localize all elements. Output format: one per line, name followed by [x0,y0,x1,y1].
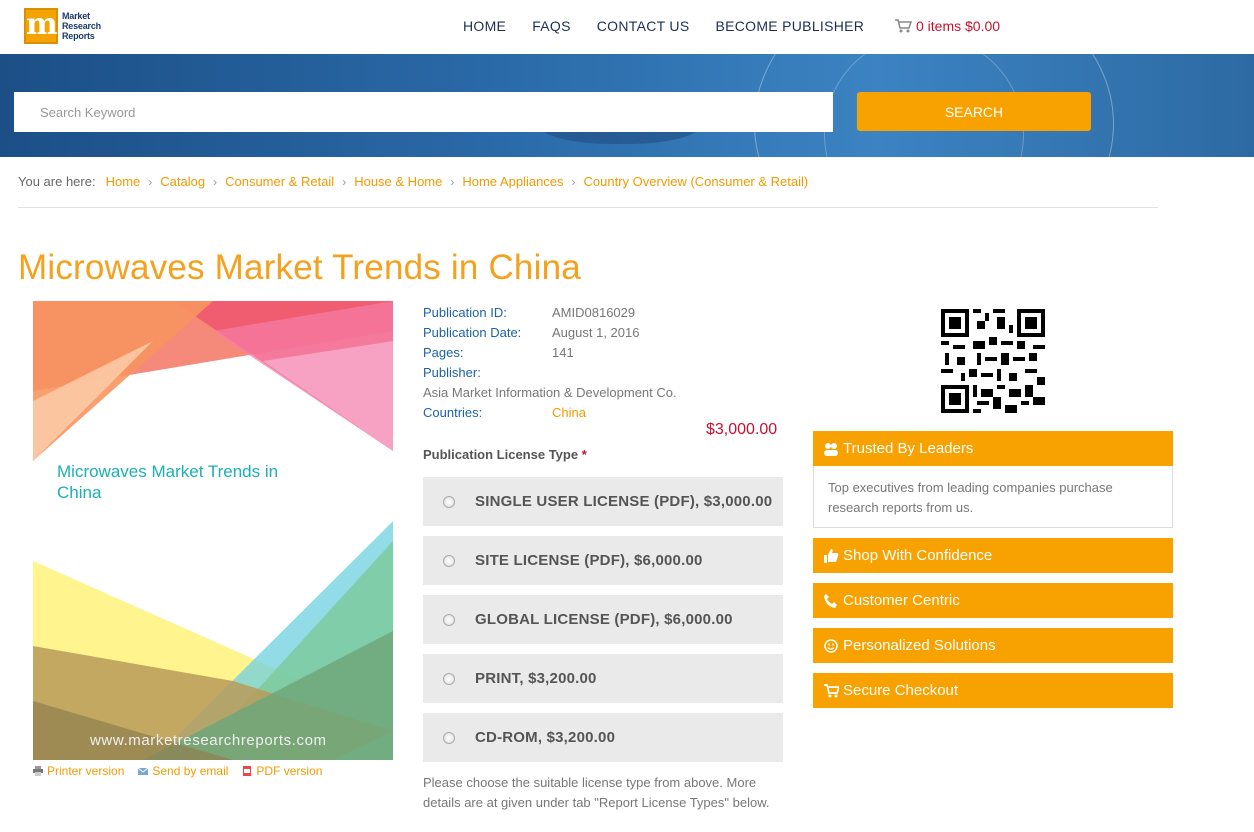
pages-row: Pages: 141 [423,343,677,363]
panel-shop-with-confidence[interactable]: Shop With Confidence [813,538,1173,573]
search-banner: SEARCH [0,54,1254,157]
thumbs-up-icon [824,548,839,563]
breadcrumb-consumer-retail[interactable]: Consumer & Retail [225,174,334,189]
cover-url: www.marketresearchreports.com [90,732,327,749]
report-cover-image: Microwaves Market Trends in China www.ma… [33,301,393,760]
breadcrumb: You are here: Home › Catalog › Consumer … [18,174,808,189]
nav-home[interactable]: HOME [463,18,506,34]
publication-id-row: Publication ID: AMID0816029 [423,303,677,323]
cover-art [33,301,393,760]
cart-icon [895,19,912,33]
users-icon [824,442,838,456]
panel-secure-checkout[interactable]: Secure Checkout [813,673,1173,708]
license-option-site[interactable]: SITE LICENSE (PDF), $6,000.00 [423,536,783,585]
chevron-right-icon: › [450,174,455,189]
breadcrumb-catalog[interactable]: Catalog [160,174,205,189]
printer-icon [33,766,43,776]
top-header: m Market Research Reports HOME FAQS CONT… [0,0,1254,54]
divider [18,207,1158,208]
required-marker: * [581,447,587,462]
cart-summary: 0 items $0.00 [916,18,1001,34]
trusted-by-leaders-body: Top executives from leading companies pu… [813,466,1173,528]
publication-id: AMID0816029 [552,305,636,320]
license-option-print[interactable]: PRINT, $3,200.00 [423,654,783,703]
pdf-icon [243,766,252,776]
email-icon [138,767,149,775]
radio-button[interactable] [443,731,455,744]
nav-become-publisher[interactable]: BECOME PUBLISHER [715,18,864,34]
pdf-version-link[interactable]: PDF version [242,764,322,778]
radio-button[interactable] [443,672,455,685]
qr-code-icon [941,309,1045,413]
radio-button[interactable] [443,554,455,567]
breadcrumb-country-overview[interactable]: Country Overview (Consumer & Retail) [584,174,809,189]
chevron-right-icon: › [213,174,218,189]
cover-title: Microwaves Market Trends in China [57,462,279,502]
publication-date-row: Publication Date: August 1, 2016 [423,323,677,343]
logo-text: Market Research Reports [62,11,101,41]
license-heading: Publication License Type * [423,447,587,462]
radio-button[interactable] [443,613,455,626]
radio-button[interactable] [443,495,455,508]
publisher-row: Publisher: [423,365,481,380]
search-button[interactable]: SEARCH [857,92,1091,131]
countries-row: Countries: China [423,403,677,423]
cover-actions: Printer version Send by email PDF versio… [33,764,336,778]
page-count: 141 [552,345,574,360]
panel-personalized-solutions[interactable]: Personalized Solutions [813,628,1173,663]
breadcrumb-home[interactable]: Home [106,174,141,189]
site-logo[interactable]: m Market Research Reports [24,8,101,44]
cart-link[interactable]: 0 items $0.00 [894,18,1000,34]
search-input[interactable] [14,92,833,132]
breadcrumb-house-home[interactable]: House & Home [354,174,442,189]
phone-icon [824,593,837,608]
publication-date: August 1, 2016 [552,325,640,340]
chevron-right-icon: › [148,174,153,189]
smile-icon [824,638,838,653]
chevron-right-icon: › [342,174,347,189]
nav-contact-us[interactable]: CONTACT US [597,18,690,34]
report-details: Publication ID: AMID0816029 Publication … [423,303,677,423]
license-option-global[interactable]: GLOBAL LICENSE (PDF), $6,000.00 [423,595,783,644]
publisher-name: Asia Market Information & Development Co… [423,385,677,400]
license-note: Please choose the suitable license type … [423,775,770,810]
cart-icon [824,683,839,697]
main-nav: HOME FAQS CONTACT US BECOME PUBLISHER [463,18,890,34]
license-option-cd-rom[interactable]: CD-ROM, $3,200.00 [423,713,783,762]
chevron-right-icon: › [571,174,576,189]
report-price: $3,000.00 [706,421,778,438]
panel-trusted-by-leaders[interactable]: Trusted By Leaders [813,431,1173,466]
printer-version-link[interactable]: Printer version [33,764,124,778]
page-title: Microwaves Market Trends in China [18,248,581,287]
breadcrumb-home-appliances[interactable]: Home Appliances [462,174,563,189]
panel-customer-centric[interactable]: Customer Centric [813,583,1173,618]
breadcrumb-lead: You are here: [18,174,96,189]
logo-mark-icon: m [24,7,58,44]
nav-faqs[interactable]: FAQS [532,18,571,34]
send-by-email-link[interactable]: Send by email [138,764,228,778]
country-link[interactable]: China [552,403,586,423]
license-option-single-user[interactable]: SINGLE USER LICENSE (PDF), $3,000.00 [423,477,783,526]
